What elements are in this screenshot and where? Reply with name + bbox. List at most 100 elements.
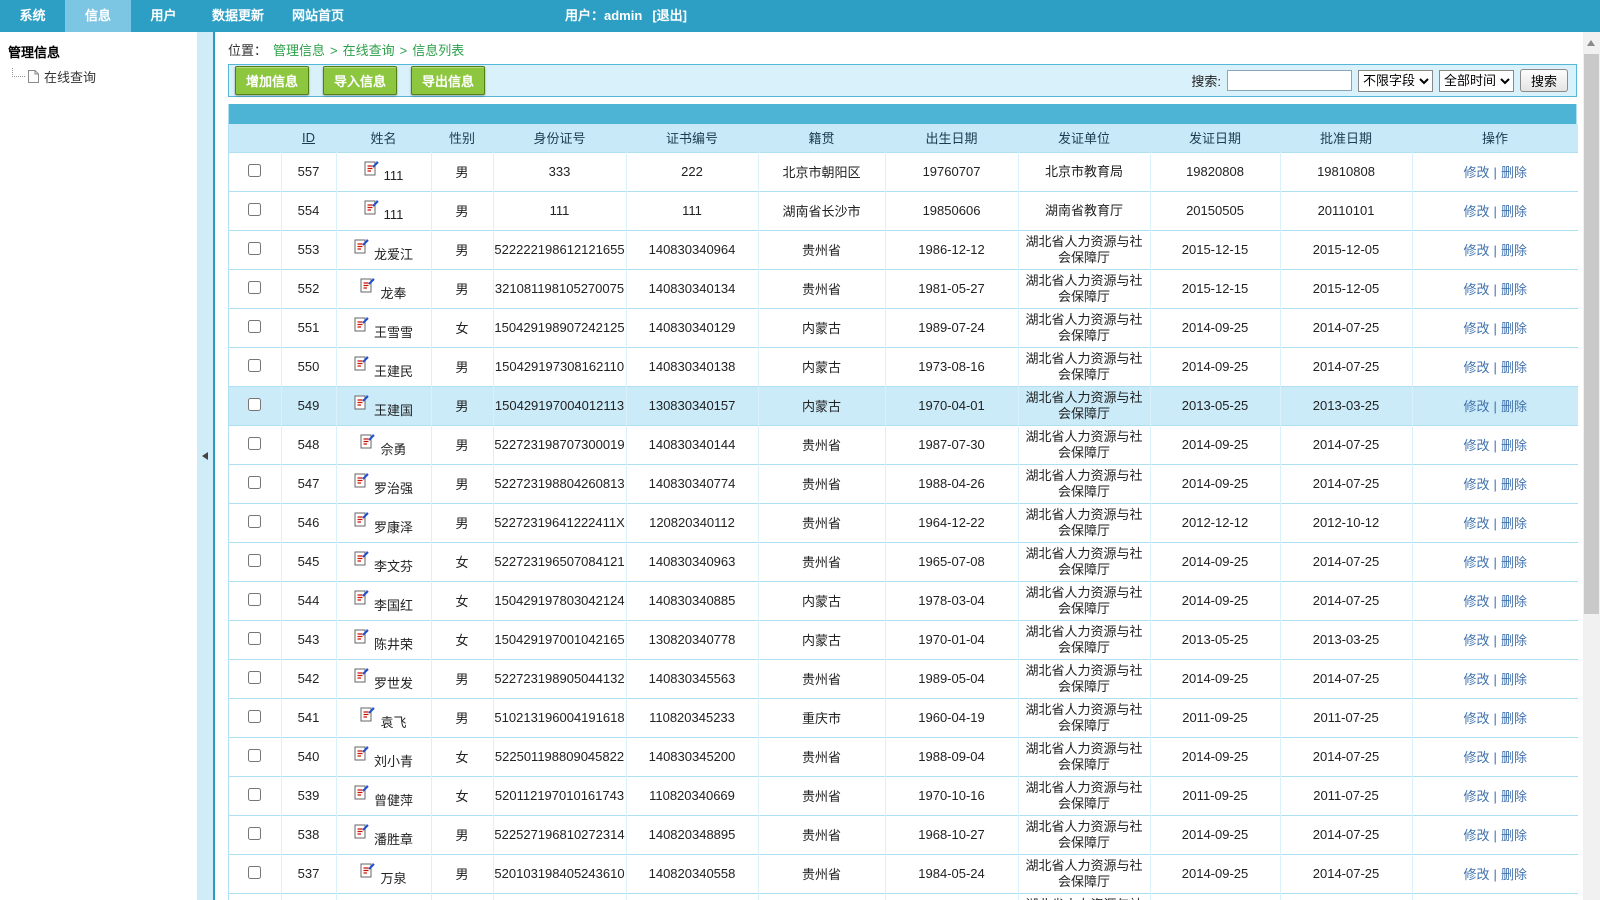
sidebar-item-online-query[interactable]: 在线查询 xyxy=(12,67,197,86)
delete-link[interactable]: 删除 xyxy=(1501,321,1527,336)
edit-link[interactable]: 修改 xyxy=(1464,594,1490,609)
field-select[interactable]: 不限字段 xyxy=(1358,70,1433,92)
delete-link[interactable]: 删除 xyxy=(1501,165,1527,180)
scrollbar-up-arrow-icon[interactable] xyxy=(1587,40,1595,46)
nav-tab-info[interactable]: 信息 xyxy=(65,0,131,32)
delete-link[interactable]: 删除 xyxy=(1501,204,1527,219)
delete-link[interactable]: 删除 xyxy=(1501,711,1527,726)
row-checkbox[interactable] xyxy=(248,320,261,333)
row-checkbox[interactable] xyxy=(248,671,261,684)
search-group: 搜索: 不限字段 全部时间 搜索 xyxy=(1191,69,1568,92)
cell-id-number: 510213196004191618 xyxy=(493,698,626,737)
edit-link[interactable]: 修改 xyxy=(1464,555,1490,570)
cell-id: 539 xyxy=(281,776,336,815)
cell-cert-no: 120820340112 xyxy=(626,503,758,542)
export-info-button[interactable]: 导出信息 xyxy=(411,66,485,95)
time-select[interactable]: 全部时间 xyxy=(1439,70,1514,92)
edit-link[interactable]: 修改 xyxy=(1464,711,1490,726)
row-checkbox[interactable] xyxy=(248,827,261,840)
edit-link[interactable]: 修改 xyxy=(1464,672,1490,687)
cell-birth-date: 1965-07-08 xyxy=(885,542,1018,581)
edit-link[interactable]: 修改 xyxy=(1464,282,1490,297)
search-input[interactable] xyxy=(1227,70,1352,91)
delete-link[interactable]: 删除 xyxy=(1501,243,1527,258)
cell-id-number: 150429197308162110 xyxy=(493,347,626,386)
cell-cert-no: 140830340144 xyxy=(626,425,758,464)
breadcrumb-link-online-query[interactable]: 在线查询 xyxy=(343,43,395,58)
breadcrumb-link-info-list[interactable]: 信息列表 xyxy=(412,43,464,58)
delete-link[interactable]: 删除 xyxy=(1501,867,1527,882)
row-checkbox[interactable] xyxy=(248,554,261,567)
cell-issuing-unit: 湖北省人力资源与社会保障厅 xyxy=(1018,698,1150,737)
row-checkbox[interactable] xyxy=(248,476,261,489)
delete-link[interactable]: 删除 xyxy=(1501,360,1527,375)
cell-gender: 女 xyxy=(431,542,493,581)
row-checkbox[interactable] xyxy=(248,866,261,879)
row-checkbox[interactable] xyxy=(248,710,261,723)
cell-native-place: 内蒙古 xyxy=(758,386,885,425)
collapse-sidebar-arrow[interactable] xyxy=(202,452,208,460)
delete-link[interactable]: 删除 xyxy=(1501,516,1527,531)
edit-link[interactable]: 修改 xyxy=(1464,204,1490,219)
edit-link[interactable]: 修改 xyxy=(1464,360,1490,375)
cell-gender: 男 xyxy=(431,386,493,425)
import-info-button[interactable]: 导入信息 xyxy=(323,66,397,95)
row-checkbox[interactable] xyxy=(248,281,261,294)
delete-link[interactable]: 删除 xyxy=(1501,438,1527,453)
edit-link[interactable]: 修改 xyxy=(1464,438,1490,453)
delete-link[interactable]: 删除 xyxy=(1501,477,1527,492)
row-checkbox[interactable] xyxy=(248,164,261,177)
delete-link[interactable]: 删除 xyxy=(1501,789,1527,804)
edit-link[interactable]: 修改 xyxy=(1464,516,1490,531)
logout-link[interactable]: [退出] xyxy=(652,8,687,23)
row-checkbox[interactable] xyxy=(248,788,261,801)
edit-link[interactable]: 修改 xyxy=(1464,477,1490,492)
cell-birth-date: 1987-07-30 xyxy=(885,425,1018,464)
edit-link[interactable]: 修改 xyxy=(1464,633,1490,648)
sort-by-id-link[interactable]: ID xyxy=(302,130,315,145)
scrollbar-thumb[interactable] xyxy=(1584,54,1599,614)
edit-link[interactable]: 修改 xyxy=(1464,165,1490,180)
row-checkbox[interactable] xyxy=(248,203,261,216)
header-id: ID xyxy=(281,124,336,152)
add-info-button[interactable]: 增加信息 xyxy=(235,66,309,95)
edit-link[interactable]: 修改 xyxy=(1464,867,1490,882)
cell-issue-date: 2014-09-25 xyxy=(1150,542,1280,581)
edit-link[interactable]: 修改 xyxy=(1464,789,1490,804)
cell-approve-date: 19810808 xyxy=(1280,152,1412,191)
cell-issue-date: 2014-09-25 xyxy=(1150,854,1280,893)
edit-link[interactable]: 修改 xyxy=(1464,399,1490,414)
breadcrumb-link-manage-info[interactable]: 管理信息 xyxy=(273,43,325,58)
nav-tab-site-home[interactable]: 网站首页 xyxy=(280,0,356,32)
delete-link[interactable]: 删除 xyxy=(1501,750,1527,765)
edit-link[interactable]: 修改 xyxy=(1464,750,1490,765)
delete-link[interactable]: 删除 xyxy=(1501,828,1527,843)
cell-native-place: 湖南省 xyxy=(758,893,885,900)
row-checkbox[interactable] xyxy=(248,398,261,411)
cell-cert-no: 140830345200 xyxy=(626,737,758,776)
cell-id-number: 522723198804260813 xyxy=(493,464,626,503)
nav-tab-user[interactable]: 用户 xyxy=(131,0,196,32)
edit-link[interactable]: 修改 xyxy=(1464,243,1490,258)
delete-link[interactable]: 删除 xyxy=(1501,594,1527,609)
search-button[interactable]: 搜索 xyxy=(1520,69,1568,92)
row-checkbox[interactable] xyxy=(248,242,261,255)
delete-link[interactable]: 删除 xyxy=(1501,633,1527,648)
row-checkbox[interactable] xyxy=(248,515,261,528)
cell-birth-date: 1989-07-24 xyxy=(885,308,1018,347)
row-checkbox[interactable] xyxy=(248,749,261,762)
row-checkbox[interactable] xyxy=(248,632,261,645)
row-checkbox[interactable] xyxy=(248,359,261,372)
delete-link[interactable]: 删除 xyxy=(1501,282,1527,297)
cell-birth-date: 1968-10-27 xyxy=(885,815,1018,854)
header-checkbox-col xyxy=(229,124,281,152)
delete-link[interactable]: 删除 xyxy=(1501,399,1527,414)
edit-link[interactable]: 修改 xyxy=(1464,828,1490,843)
nav-tab-system[interactable]: 系统 xyxy=(0,0,65,32)
delete-link[interactable]: 删除 xyxy=(1501,555,1527,570)
nav-tab-data-update[interactable]: 数据更新 xyxy=(196,0,280,32)
edit-link[interactable]: 修改 xyxy=(1464,321,1490,336)
delete-link[interactable]: 删除 xyxy=(1501,672,1527,687)
row-checkbox[interactable] xyxy=(248,593,261,606)
row-checkbox[interactable] xyxy=(248,437,261,450)
